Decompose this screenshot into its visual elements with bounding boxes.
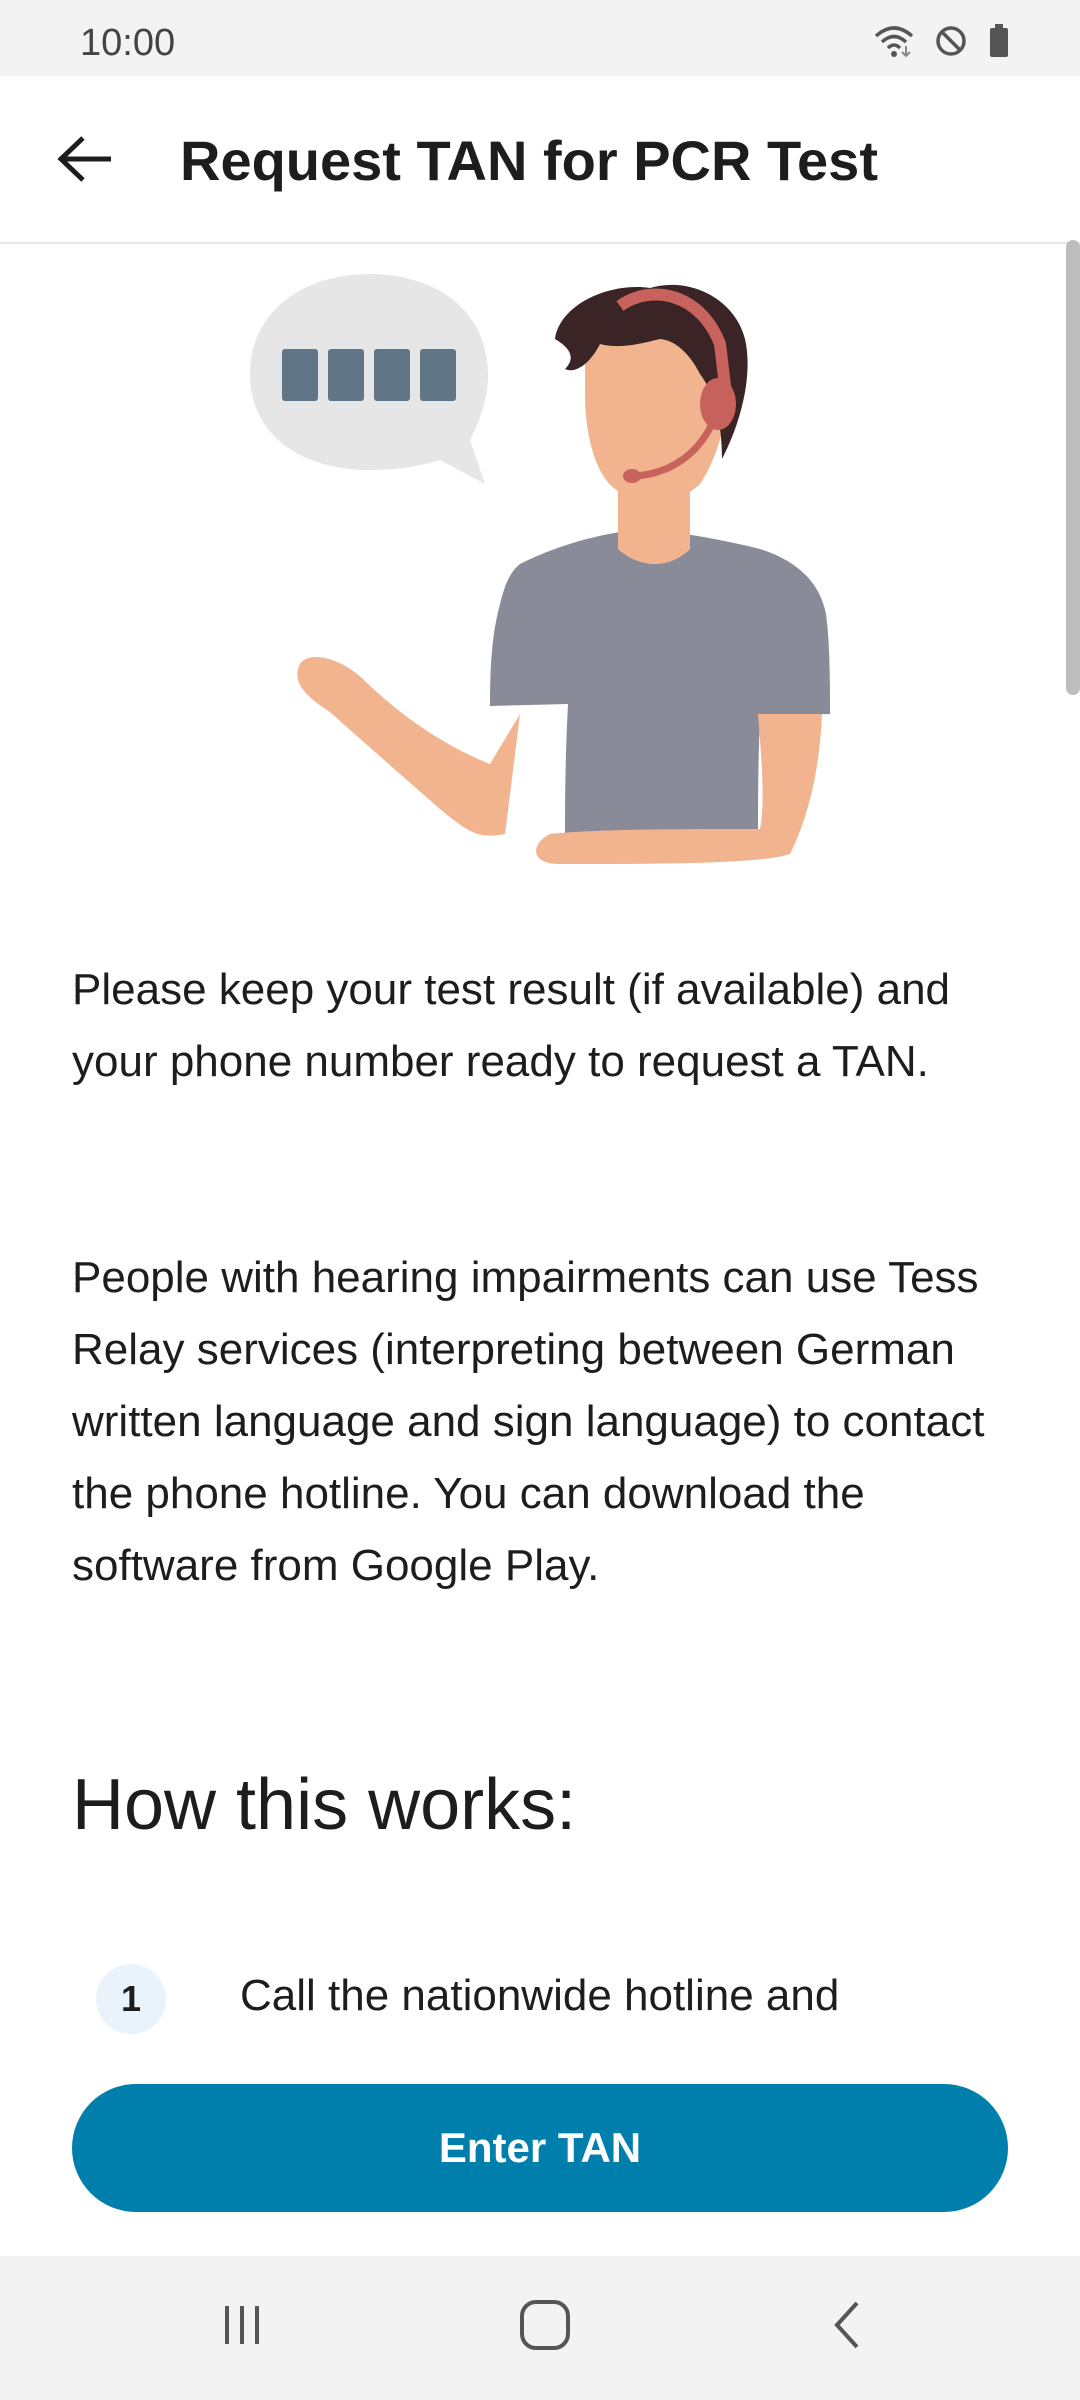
arrow-left-icon	[55, 134, 115, 189]
wifi-icon	[874, 24, 914, 63]
battery-icon	[988, 24, 1010, 63]
do-not-disturb-icon	[934, 24, 968, 63]
hotline-agent-illustration	[0, 244, 1080, 894]
bottom-action-area: Enter TAN	[0, 2040, 1080, 2256]
back-icon	[827, 2297, 867, 2358]
screen: 10:00 Request TAN for PCR Test Please ke…	[0, 0, 1080, 2400]
info-paragraph-hearing-impairments: People with hearing impairments can use …	[72, 1253, 985, 1590]
enter-tan-button[interactable]: Enter TAN	[72, 2084, 1008, 2212]
step-number-badge: 1	[96, 1964, 166, 2034]
scroll-content[interactable]: Please keep your test result (if availab…	[0, 244, 1080, 2074]
status-bar: 10:00	[0, 0, 1080, 76]
home-icon	[517, 2297, 573, 2358]
app-bar: Request TAN for PCR Test	[0, 76, 1080, 244]
step-text: Call the nationwide hotline and	[240, 1971, 840, 2020]
pin-code-speech-bubble-icon	[250, 274, 488, 484]
back-button[interactable]	[40, 116, 130, 206]
page-title: Request TAN for PCR Test	[180, 129, 878, 192]
section-heading: How this works:	[72, 1765, 577, 1845]
status-icons	[874, 24, 1010, 63]
recent-apps-icon	[217, 2300, 267, 2355]
home-button[interactable]	[495, 2292, 595, 2362]
status-time: 10:00	[80, 22, 176, 64]
info-paragraph-test-result: Please keep your test result (if availab…	[72, 965, 951, 1086]
recent-apps-button[interactable]	[192, 2292, 292, 2362]
system-back-button[interactable]	[797, 2292, 897, 2362]
scrollbar[interactable]	[1066, 240, 1080, 695]
step-item: 1 Call the nationwide hotline and	[96, 1960, 1046, 2040]
system-navigation-bar	[0, 2256, 1080, 2400]
